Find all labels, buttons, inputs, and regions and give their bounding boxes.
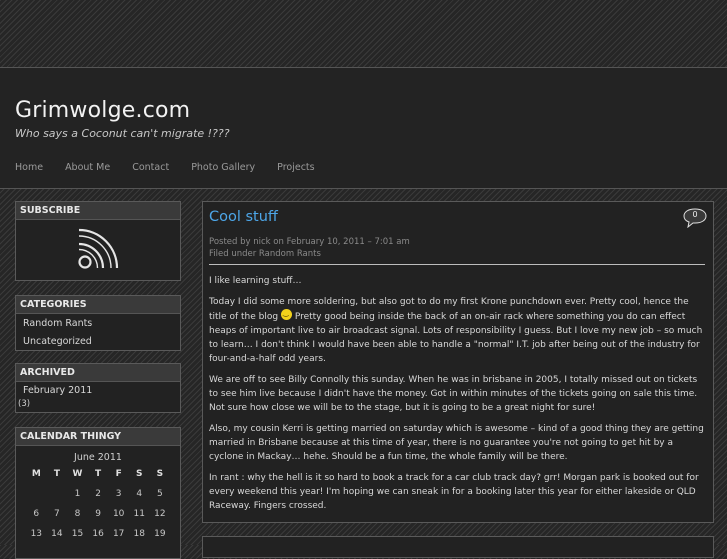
- calendar-header-day: T: [95, 469, 102, 479]
- archive-february-2011[interactable]: February 2011: [16, 382, 180, 399]
- categories-widget: CATEGORIES Random Rants Uncategorized: [15, 295, 181, 351]
- nav-projects[interactable]: Projects: [277, 162, 314, 173]
- calendar-day: 6: [33, 509, 40, 519]
- post-filed-under-label: Filed under: [209, 249, 259, 259]
- site-header: Grimwolge.com Who says a Coconut can't m…: [0, 67, 727, 189]
- next-post-card: [202, 536, 714, 558]
- calendar-day: 14: [51, 529, 63, 539]
- blog-post: Cool stuff 0 Posted by nick on February …: [202, 201, 714, 523]
- site-title[interactable]: Grimwolge.com: [15, 98, 190, 123]
- nav-home[interactable]: Home: [15, 162, 43, 173]
- calendar-header-day: M: [31, 469, 41, 479]
- post-category-link[interactable]: Random Rants: [259, 249, 321, 259]
- calendar-day: 7: [54, 509, 60, 519]
- calendar-widget: CALENDAR THINGY June 2011 M T W T F S S …: [15, 427, 181, 559]
- nav-about-me[interactable]: About Me: [65, 162, 110, 173]
- post-divider: [209, 264, 705, 265]
- category-uncategorized[interactable]: Uncategorized: [16, 333, 180, 350]
- calendar-day: 18: [133, 529, 145, 539]
- calendar-day: 12: [154, 509, 166, 519]
- calendar-day: 3: [115, 489, 122, 499]
- calendar-day: [26, 487, 47, 501]
- calendar-day: 5: [156, 489, 163, 499]
- calendar-day: 10: [112, 509, 125, 519]
- calendar-day: 9: [95, 509, 101, 519]
- post-paragraph: Today I did some more soldering, but als…: [209, 295, 706, 366]
- calendar-day: 17: [112, 529, 125, 539]
- calendar-grid: M T W T F S S 1 2 3 4 5 6 7 8 9 10 11 12…: [26, 467, 180, 541]
- post-title[interactable]: Cool stuff: [209, 209, 278, 225]
- main-nav: Home About Me Contact Photo Gallery Proj…: [15, 162, 337, 173]
- background-pattern: [0, 0, 727, 66]
- calendar-day: 8: [74, 509, 81, 519]
- rss-feed-icon[interactable]: [75, 226, 121, 272]
- categories-title: CATEGORIES: [16, 296, 180, 314]
- calendar-day: 13: [30, 529, 43, 539]
- calendar-day: 15: [71, 529, 84, 539]
- nav-contact[interactable]: Contact: [132, 162, 169, 173]
- site-tagline: Who says a Coconut can't migrate !???: [15, 127, 230, 140]
- archive-widget: ARCHIVED February 2011 (3): [15, 363, 181, 413]
- subscribe-widget: SUBSCRIBE: [15, 201, 181, 281]
- post-paragraph: In rant : why the hell is it so hard to …: [209, 473, 699, 511]
- calendar-header-day: T: [53, 469, 60, 479]
- post-paragraph: We are off to see Billy Connolly this su…: [209, 375, 698, 413]
- calendar-header-day: S: [156, 469, 164, 479]
- comment-count-badge[interactable]: 0: [683, 208, 707, 232]
- archive-title: ARCHIVED: [16, 364, 180, 382]
- comment-count: 0: [692, 210, 698, 219]
- post-meta: Posted by nick on February 10, 2011 – 7:…: [209, 236, 410, 260]
- calendar-day: 2: [95, 489, 101, 499]
- calendar-header-day: S: [136, 469, 143, 479]
- post-date-author: Posted by nick on February 10, 2011 – 7:…: [209, 237, 410, 247]
- archive-count: (3): [18, 399, 31, 409]
- category-random-rants[interactable]: Random Rants: [16, 315, 180, 332]
- post-paragraph: I like learning stuff…: [209, 276, 302, 286]
- calendar-day: 16: [92, 529, 104, 539]
- post-paragraph: Also, my cousin Kerri is getting married…: [209, 424, 704, 462]
- calendar-header-day: W: [72, 469, 83, 479]
- calendar-day: 1: [74, 489, 81, 499]
- calendar-header-day: F: [115, 469, 122, 479]
- calendar-month: June 2011: [74, 452, 122, 463]
- subscribe-title: SUBSCRIBE: [16, 202, 180, 220]
- calendar-day: 11: [133, 509, 145, 519]
- nav-photo-gallery[interactable]: Photo Gallery: [191, 162, 255, 173]
- calendar-day: 4: [136, 489, 143, 499]
- smiley-icon: [280, 306, 292, 320]
- post-content: I like learning stuff… Today I did some …: [209, 274, 706, 520]
- calendar-title: CALENDAR THINGY: [16, 428, 180, 446]
- calendar-day: [47, 487, 68, 501]
- calendar-day: 19: [154, 529, 166, 539]
